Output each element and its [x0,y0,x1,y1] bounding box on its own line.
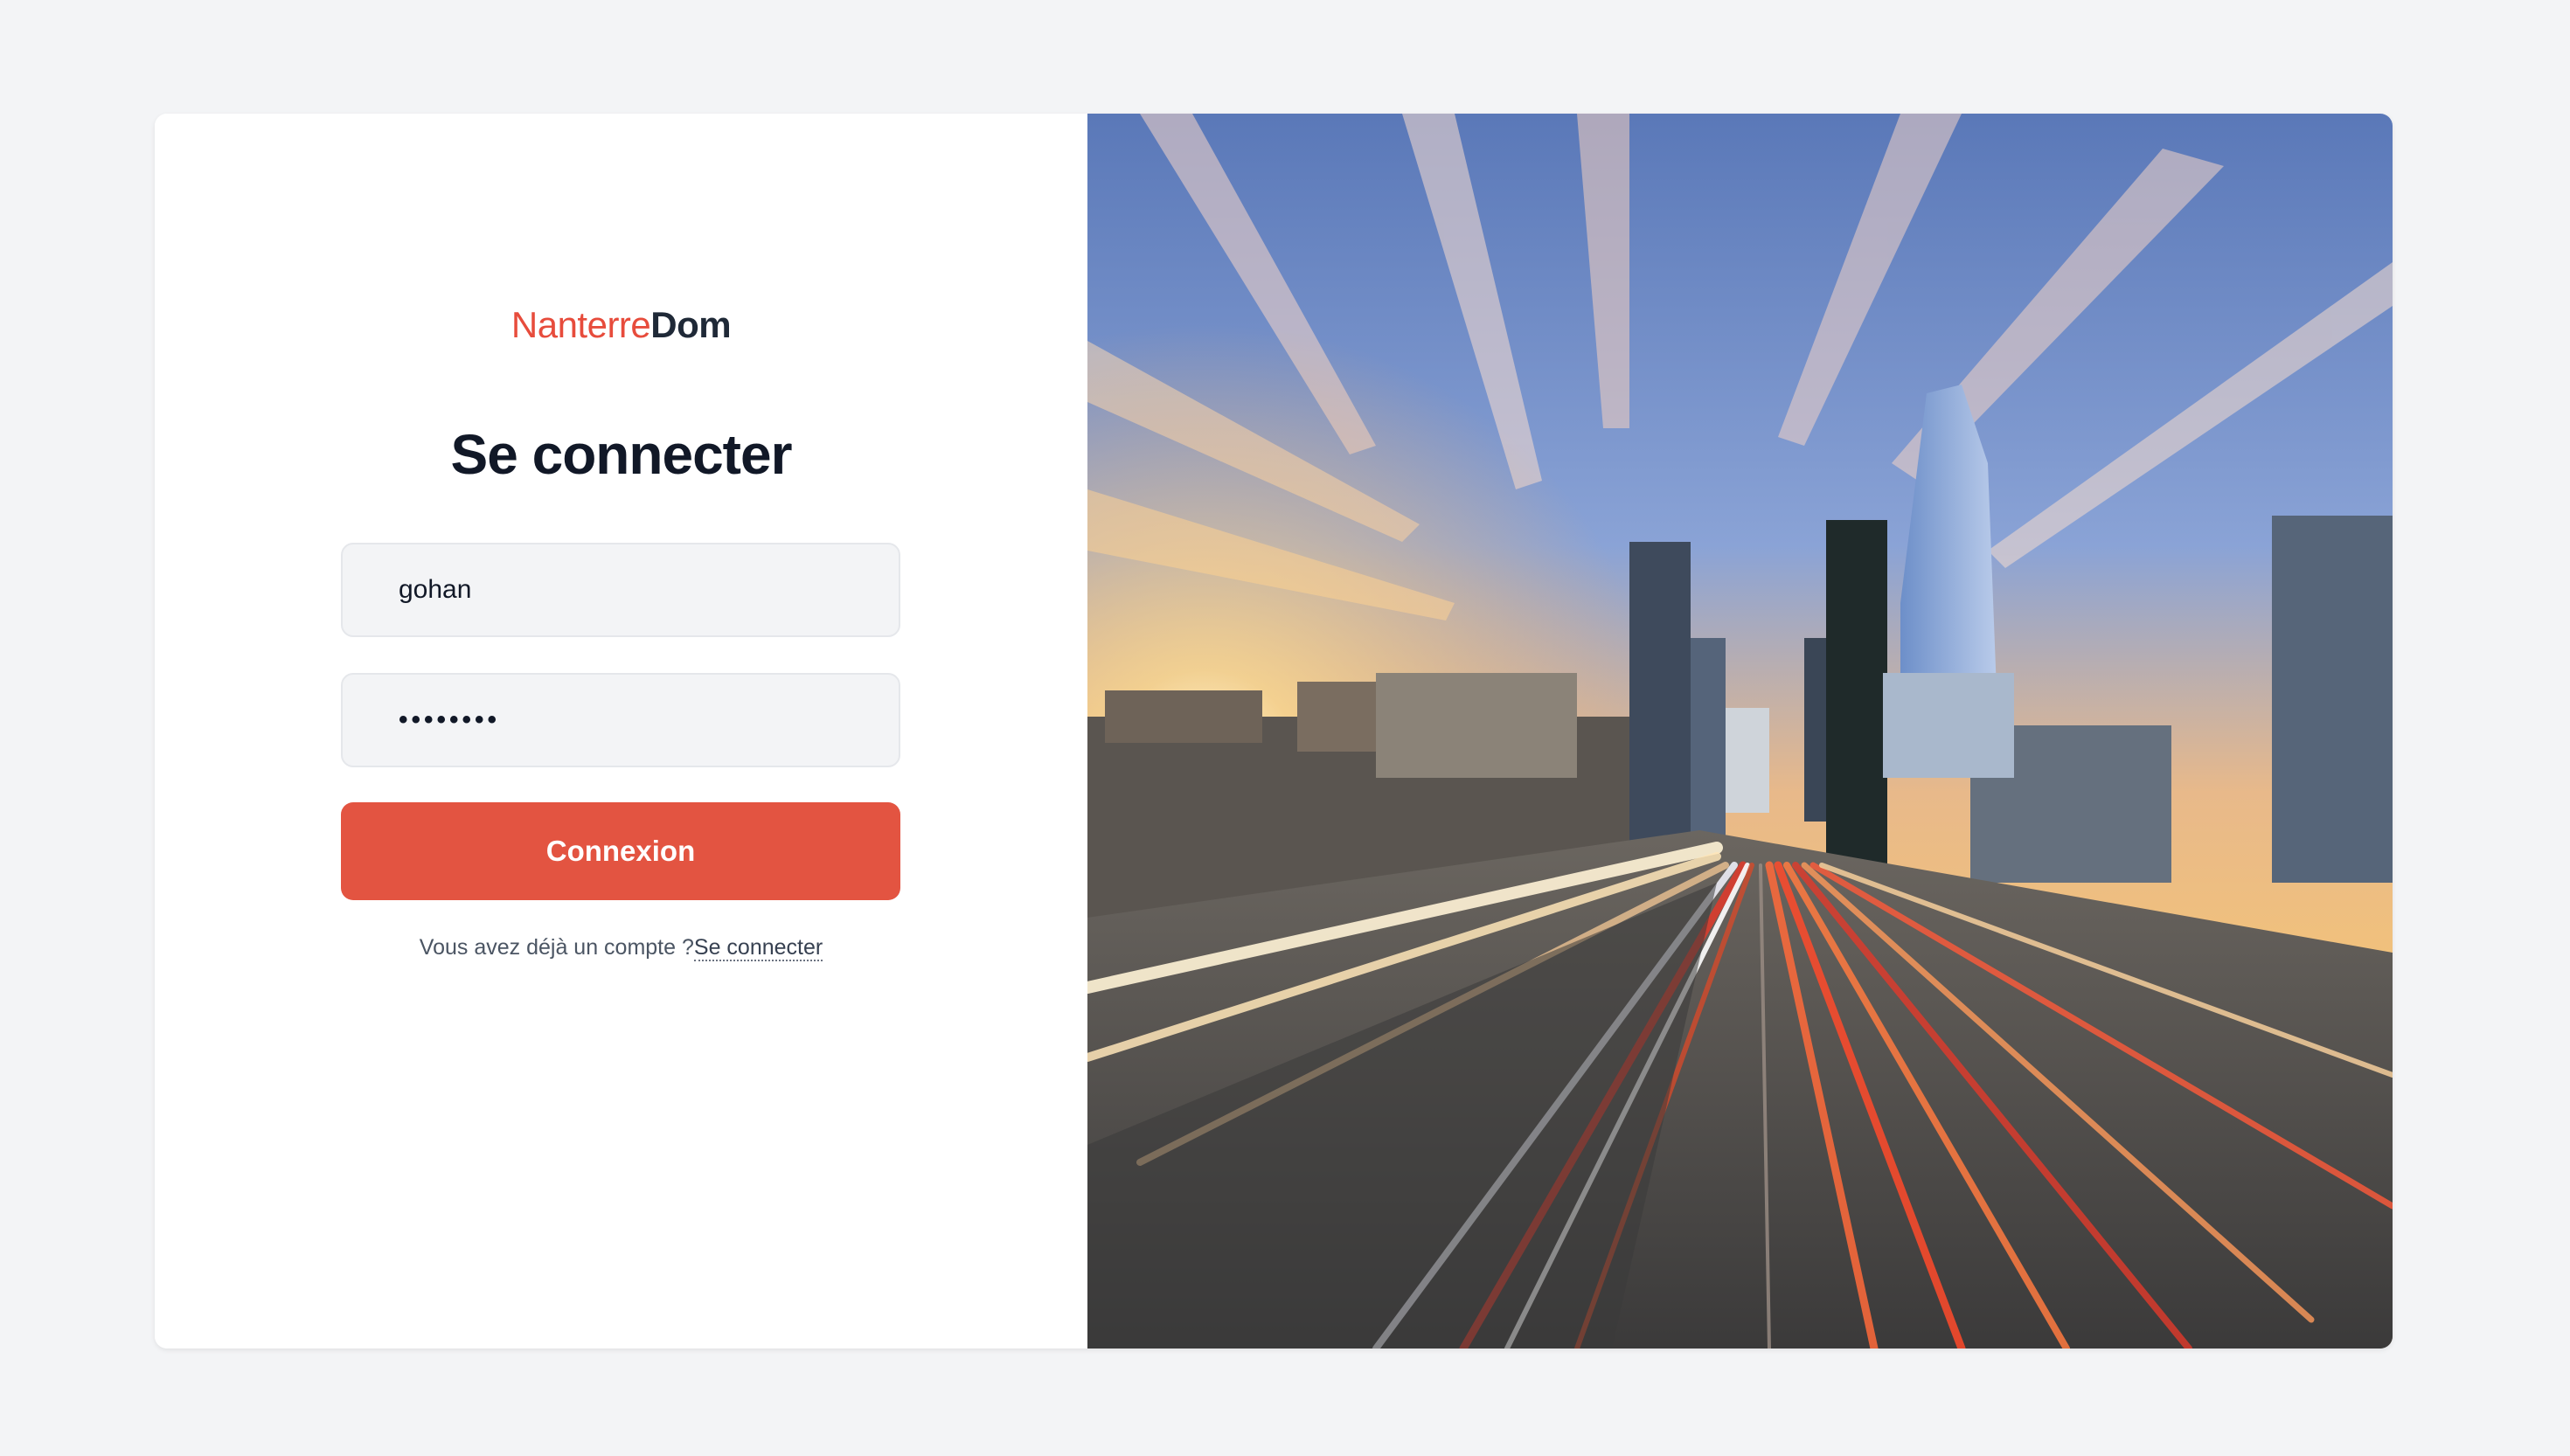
password-mask: •••••••• [399,705,501,734]
footer-prompt: Vous avez déjà un compte ?Se connecter [155,935,1087,961]
footer-text: Vous avez déjà un compte ? [419,935,694,960]
login-card: NanterreDom Se connecter gohan •••••••• … [155,114,2393,1349]
page-title: Se connecter [450,423,793,486]
login-panel: NanterreDom Se connecter gohan •••••••• … [155,114,1087,1349]
username-field[interactable]: gohan [341,543,900,637]
city-skyline-light-trails-image [1087,114,2393,1349]
brand-logo-part-b: Dom [650,304,732,345]
login-link[interactable]: Se connecter [693,935,823,961]
login-button[interactable]: Connexion [341,802,900,900]
brand-logo-part-a: Nanterre [511,304,651,345]
password-field[interactable]: •••••••• [341,673,900,767]
hero-image [1087,114,2393,1349]
brand-logo: NanterreDom [155,297,1087,353]
username-value: gohan [399,575,472,604]
